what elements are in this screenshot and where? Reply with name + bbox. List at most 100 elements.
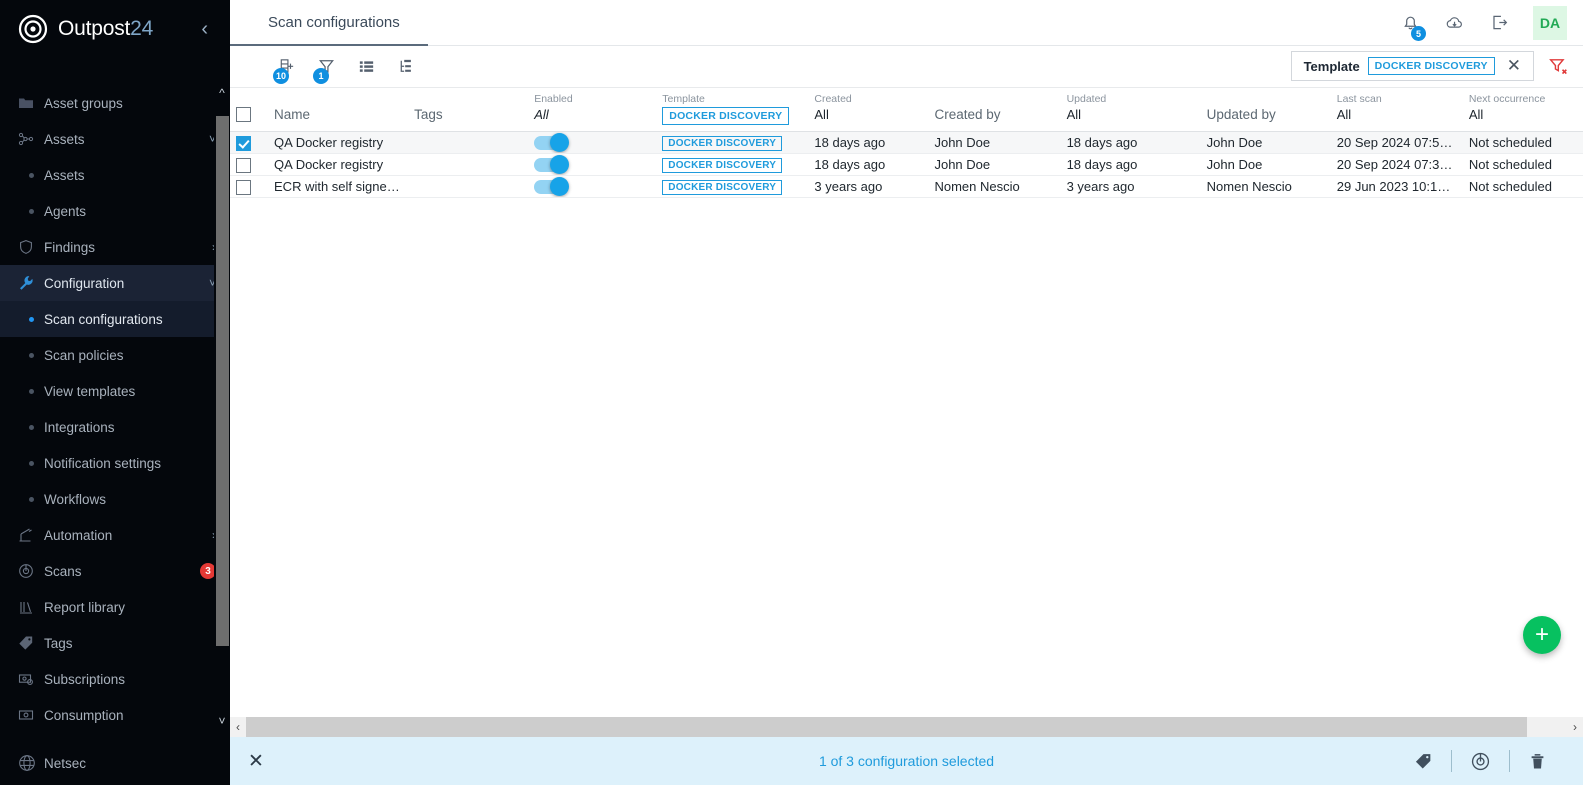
column-header-enabled[interactable]: Enabled All <box>528 88 657 132</box>
cell-template: DOCKER DISCOVERY <box>656 153 809 176</box>
shield-icon <box>18 239 44 255</box>
select-all-header[interactable] <box>230 88 269 132</box>
sidebar-item-assets-sub[interactable]: Assets <box>0 157 230 193</box>
sidebar-item-view-templates[interactable]: View templates <box>0 373 230 409</box>
row-checkbox[interactable] <box>236 157 251 173</box>
enabled-toggle[interactable] <box>534 177 570 197</box>
chevron-right-icon[interactable]: › <box>1567 720 1583 734</box>
template-tag: DOCKER DISCOVERY <box>662 136 783 151</box>
sidebar-item-label: Netsec <box>44 755 87 771</box>
list-view-button[interactable] <box>346 50 386 84</box>
tree-view-button[interactable] <box>386 50 426 84</box>
sidebar-item-scans[interactable]: Scans 3 <box>0 553 230 589</box>
row-select-cell[interactable] <box>230 175 269 198</box>
sidebar-item-asset-groups[interactable]: Asset groups <box>0 85 230 121</box>
sidebar-item-label: Configuration <box>44 275 125 291</box>
chevron-left-icon[interactable]: ‹ <box>201 19 216 39</box>
delete-action-icon[interactable] <box>1510 752 1565 771</box>
column-header-tags[interactable]: Tags <box>408 88 529 132</box>
enabled-toggle[interactable] <box>534 155 570 175</box>
filter-button[interactable]: 1 <box>306 50 346 84</box>
sidebar-item-netsec[interactable]: Netsec <box>0 741 230 785</box>
tag-action-icon[interactable] <box>1396 752 1451 771</box>
column-header-created-by[interactable]: Created by <box>928 88 1061 132</box>
cell-updated-by: John Doe <box>1200 131 1331 154</box>
cell-enabled[interactable] <box>528 153 657 176</box>
cell-name[interactable]: QA Docker registry <box>268 153 409 176</box>
filter-chip-value: DOCKER DISCOVERY <box>1367 57 1495 75</box>
cell-enabled[interactable] <box>528 175 657 198</box>
sidebar-item-agents[interactable]: Agents <box>0 193 230 229</box>
sidebar-item-scan-configurations[interactable]: Scan configurations <box>0 301 230 337</box>
sidebar-item-assets[interactable]: Assets ˅ <box>0 121 230 157</box>
horizontal-scrollbar[interactable]: ‹ › <box>230 717 1583 737</box>
cell-updated: 3 years ago <box>1060 175 1201 198</box>
sidebar-item-workflows[interactable]: Workflows <box>0 481 230 517</box>
page-title-tab[interactable]: Scan configurations <box>230 0 428 46</box>
column-filter-value[interactable]: DOCKER DISCOVERY <box>662 106 802 125</box>
clear-filter-icon[interactable] <box>1548 56 1569 77</box>
add-configuration-button[interactable]: + <box>1523 616 1561 654</box>
cell-created-by: John Doe <box>928 153 1061 176</box>
sidebar-scrollbar-thumb[interactable] <box>216 116 229 646</box>
sidebar-item-automation[interactable]: Automation › <box>0 517 230 553</box>
column-filter-value[interactable]: All <box>1469 106 1577 124</box>
table-row[interactable]: QA Docker registry DOCKER DISCOVERY 18 d… <box>230 153 1583 176</box>
sidebar-item-scan-policies[interactable]: Scan policies <box>0 337 230 373</box>
row-checkbox[interactable] <box>236 135 251 151</box>
notifications-bell-icon[interactable]: 5 <box>1401 13 1426 41</box>
column-header-next-occurrence[interactable]: Next occurrence All <box>1462 88 1583 132</box>
add-column-button[interactable]: 10 <box>266 50 306 84</box>
cell-created-by: John Doe <box>928 131 1061 154</box>
column-header-template[interactable]: Template DOCKER DISCOVERY <box>656 88 809 132</box>
sidebar-item-report-library[interactable]: Report library <box>0 589 230 625</box>
close-icon[interactable]: ✕ <box>1503 56 1525 76</box>
horizontal-scrollbar-thumb[interactable] <box>246 717 1528 737</box>
column-header-updated[interactable]: Updated All <box>1060 88 1201 132</box>
column-header-name[interactable]: Name <box>268 88 409 132</box>
sidebar-item-integrations[interactable]: Integrations <box>0 409 230 445</box>
row-select-cell[interactable] <box>230 131 269 154</box>
horizontal-scrollbar-track[interactable] <box>246 717 1567 737</box>
cell-name[interactable]: QA Docker registry <box>268 131 409 154</box>
column-filter-value[interactable]: All <box>814 106 922 124</box>
sidebar-item-findings[interactable]: Findings › <box>0 229 230 265</box>
cell-name[interactable]: ECR with self signed … <box>268 175 409 198</box>
template-filter-chip[interactable]: Template DOCKER DISCOVERY ✕ <box>1290 51 1534 81</box>
sidebar-item-configuration[interactable]: Configuration ˅ <box>0 265 230 301</box>
sidebar-item-tags[interactable]: Tags <box>0 625 230 661</box>
close-icon[interactable]: ✕ <box>248 750 264 773</box>
selection-actions <box>1396 750 1565 772</box>
sidebar-item-label: Consumption <box>44 707 124 723</box>
table-row[interactable]: ECR with self signed … DOCKER DISCOVERY … <box>230 175 1583 198</box>
sidebar-scrollbar[interactable]: ^ ˅ <box>214 84 230 730</box>
cloud-download-icon[interactable] <box>1444 13 1466 33</box>
row-select-cell[interactable] <box>230 153 269 176</box>
column-filter-value[interactable]: All <box>1337 106 1457 124</box>
chevron-left-icon[interactable]: ‹ <box>230 720 246 734</box>
sidebar-item-label: Integrations <box>44 419 115 435</box>
chevron-down-icon[interactable]: ˅ <box>214 712 230 730</box>
chevron-up-icon[interactable]: ^ <box>214 84 230 102</box>
sidebar-item-notification-settings[interactable]: Notification settings <box>0 445 230 481</box>
column-header-updated-by[interactable]: Updated by <box>1200 88 1331 132</box>
cell-enabled[interactable] <box>528 131 657 154</box>
consumption-icon <box>18 707 44 723</box>
scan-action-icon[interactable] <box>1452 751 1509 772</box>
sidebar-item-consumption[interactable]: Consumption <box>0 697 230 733</box>
column-filter-value[interactable]: All <box>1067 106 1195 124</box>
column-filter-value[interactable]: All <box>534 106 650 124</box>
column-main-label: Created by <box>934 107 1001 122</box>
sidebar-item-label: Automation <box>44 527 113 543</box>
sidebar-item-label: Scans <box>44 563 82 579</box>
logout-icon[interactable] <box>1490 13 1509 32</box>
avatar[interactable]: DA <box>1533 5 1567 40</box>
enabled-toggle[interactable] <box>534 133 570 153</box>
sidebar-item-subscriptions[interactable]: Subscriptions <box>0 661 230 697</box>
sidebar-item-label: Findings <box>44 239 96 255</box>
select-all-checkbox[interactable] <box>236 107 251 123</box>
table-row[interactable]: QA Docker registry DOCKER DISCOVERY 18 d… <box>230 131 1583 154</box>
column-header-last-scan[interactable]: Last scan All <box>1330 88 1463 132</box>
column-header-created[interactable]: Created All <box>808 88 929 132</box>
row-checkbox[interactable] <box>236 179 251 195</box>
